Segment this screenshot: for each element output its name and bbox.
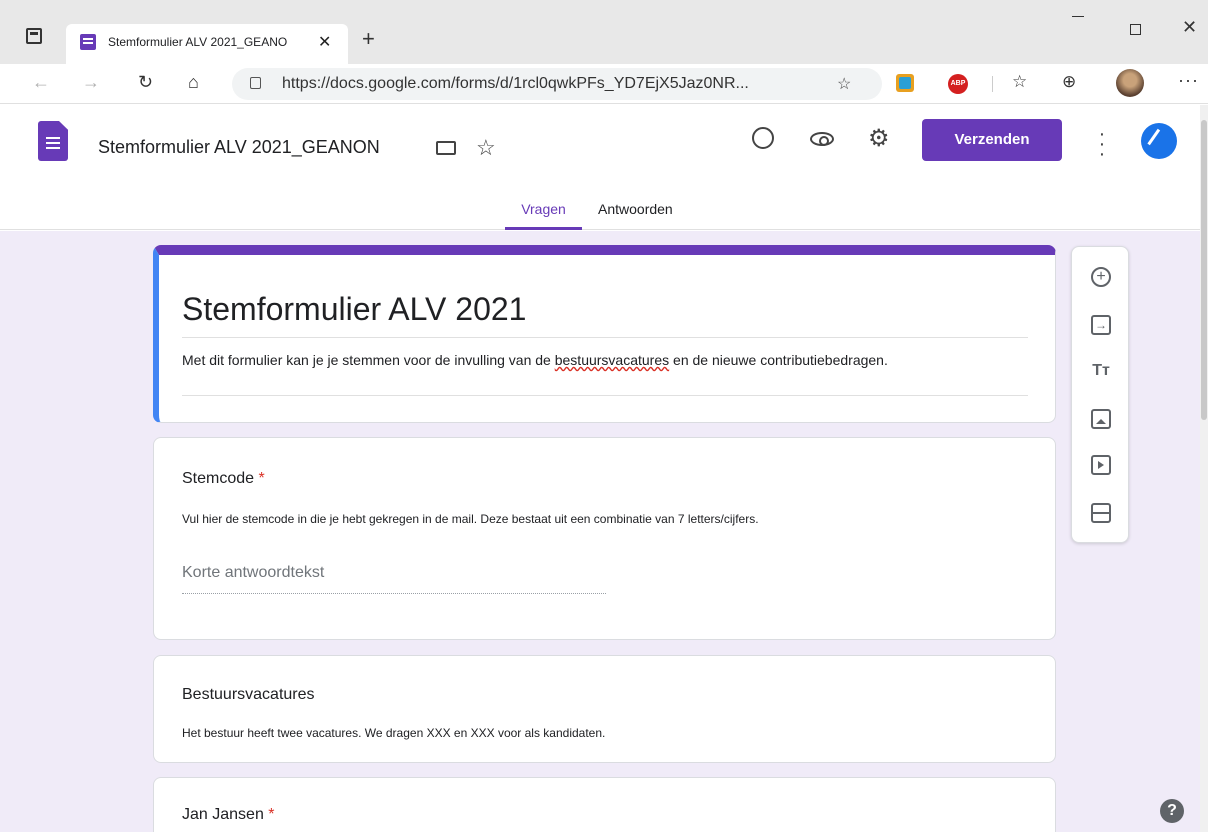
required-marker: * (268, 806, 275, 823)
profile-avatar[interactable] (1116, 69, 1144, 97)
back-icon[interactable]: ← (32, 72, 50, 93)
forms-header: Stemformulier ALV 2021_GEANON ☆ ⚙ Verzen… (0, 105, 1200, 230)
description-underline (182, 395, 1028, 396)
forward-icon[interactable]: → (82, 72, 100, 93)
collections-icon[interactable]: ⊕ (1062, 72, 1076, 92)
minimize-icon[interactable] (1072, 16, 1084, 17)
maximize-icon[interactable] (1130, 24, 1141, 35)
add-title-icon[interactable]: Tт (1091, 361, 1111, 381)
browser-tab[interactable]: Stemformulier ALV 2021_GEANO ✕ (66, 24, 348, 64)
question-title-text: Jan Jansen (182, 806, 264, 823)
address-bar[interactable]: https://docs.google.com/forms/d/1rcl0qwk… (232, 68, 882, 100)
reload-icon[interactable]: ↻ (138, 72, 153, 93)
forms-favicon-icon (80, 34, 96, 50)
star-icon[interactable]: ☆ (476, 135, 496, 161)
account-avatar[interactable] (1141, 123, 1177, 159)
question-help-text: Vul hier de stemcode in die je hebt gekr… (182, 512, 759, 526)
preview-eye-icon[interactable] (810, 132, 834, 146)
url-text[interactable]: https://docs.google.com/forms/d/1rcl0qwk… (282, 75, 749, 93)
add-image-icon[interactable] (1091, 409, 1111, 429)
section-card-bestuursvacatures[interactable]: Bestuursvacatures Het bestuur heeft twee… (153, 655, 1056, 763)
tab-actions-icon[interactable] (26, 28, 42, 44)
short-answer-field[interactable]: Korte antwoordtekst (182, 564, 606, 594)
favorites-icon[interactable]: ☆ (1012, 72, 1027, 92)
title-underline (182, 337, 1028, 338)
add-video-icon[interactable] (1091, 455, 1111, 475)
help-icon[interactable]: ? (1160, 799, 1184, 823)
toolbar-divider (992, 76, 993, 92)
description-text: Met dit formulier kan je je stemmen voor… (182, 352, 555, 368)
question-card-jan-jansen[interactable]: Jan Jansen * (153, 777, 1056, 832)
lock-icon[interactable] (250, 77, 261, 89)
document-title[interactable]: Stemformulier ALV 2021_GEANON (98, 137, 380, 158)
section-title: Bestuursvacatures (182, 686, 315, 703)
tab-close-icon[interactable]: ✕ (318, 32, 331, 52)
spellcheck-word: bestuursvacatures (554, 352, 670, 368)
tab-responses[interactable]: Antwoorden (598, 201, 673, 217)
add-question-icon[interactable]: + (1091, 267, 1111, 287)
browser-tab-bar: Stemformulier ALV 2021_GEANO ✕ + ✕ (0, 0, 1208, 64)
adblock-icon[interactable]: ABP (948, 74, 968, 94)
form-title-card[interactable]: Stemformulier ALV 2021 Met dit formulier… (153, 245, 1056, 423)
tab-title: Stemformulier ALV 2021_GEANO (108, 35, 288, 49)
settings-gear-icon[interactable]: ⚙ (868, 127, 890, 151)
tab-questions[interactable]: Vragen (505, 197, 582, 230)
forms-logo-icon[interactable] (38, 121, 68, 161)
extension-icon[interactable] (896, 74, 914, 92)
folder-icon[interactable] (436, 141, 456, 155)
question-card-stemcode[interactable]: Stemcode * Vul hier de stemcode in die j… (153, 437, 1056, 640)
scrollbar-thumb[interactable] (1201, 120, 1207, 420)
home-icon[interactable]: ⌂ (188, 72, 199, 93)
question-title-text: Stemcode (182, 470, 255, 487)
window-close-icon[interactable]: ✕ (1182, 17, 1197, 38)
form-title[interactable]: Stemformulier ALV 2021 (182, 291, 526, 328)
more-options-icon[interactable]: · · · (1098, 124, 1106, 164)
send-button[interactable]: Verzenden (922, 119, 1062, 161)
import-questions-icon[interactable]: → (1091, 315, 1111, 335)
form-description[interactable]: Met dit formulier kan je je stemmen voor… (182, 351, 942, 369)
add-favorite-icon[interactable]: ☆ (837, 74, 851, 94)
question-toolbar: + → Tт (1071, 246, 1129, 543)
new-tab-icon[interactable]: + (362, 26, 375, 52)
palette-icon[interactable] (752, 127, 774, 149)
question-title: Stemcode * (182, 470, 265, 488)
description-text-end: en de nieuwe contributiebedragen. (669, 352, 888, 368)
form-canvas: Stemformulier ALV 2021 Met dit formulier… (0, 231, 1200, 832)
browser-menu-icon[interactable]: ··· (1178, 70, 1199, 91)
required-marker: * (258, 470, 265, 487)
question-title: Jan Jansen * (182, 806, 275, 824)
section-help-text: Het bestuur heeft twee vacatures. We dra… (182, 726, 606, 740)
add-section-icon[interactable] (1091, 503, 1111, 523)
